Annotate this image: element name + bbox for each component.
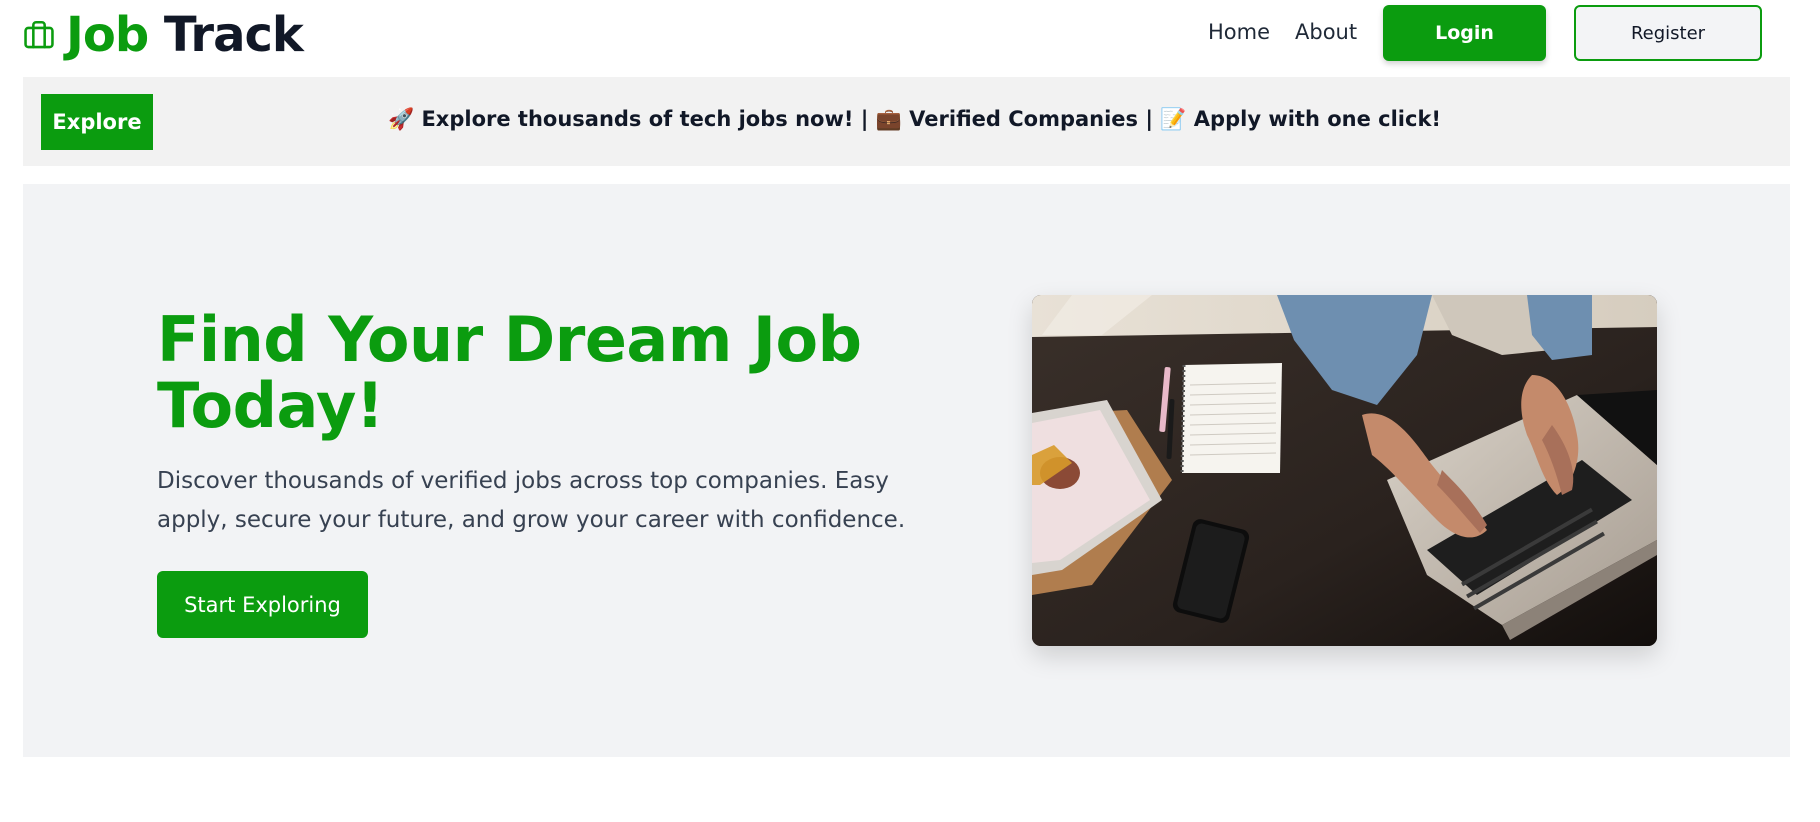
ticker-message: 🚀 Explore thousands of tech jobs now! | … [388, 107, 1441, 131]
brand-name-track: Track [163, 7, 304, 63]
hero-section: Find Your Dream Job Today! Discover thou… [23, 184, 1790, 757]
register-button[interactable]: Register [1574, 5, 1762, 61]
brand-name-job: Job [66, 7, 149, 63]
laptop-desk-photo [1032, 295, 1657, 646]
brand-name: Job Track [66, 11, 304, 59]
login-button[interactable]: Login [1383, 5, 1546, 61]
hero-description: Discover thousands of verified jobs acro… [157, 468, 906, 533]
hero-image [1032, 295, 1657, 646]
nav-home-link[interactable]: Home [1208, 20, 1270, 44]
site-header: Job Track Home About Login Register [0, 0, 1820, 70]
start-exploring-button[interactable]: Start Exploring [157, 571, 368, 638]
announcement-ticker: Explore 🚀 Explore thousands of tech jobs… [23, 77, 1790, 166]
explore-badge: Explore [41, 94, 153, 150]
brand-logo[interactable]: Job Track [22, 6, 304, 64]
nav-about-link[interactable]: About [1295, 20, 1357, 44]
hero-title: Find Your Dream Job Today! [157, 303, 862, 442]
briefcase-icon [24, 20, 54, 49]
